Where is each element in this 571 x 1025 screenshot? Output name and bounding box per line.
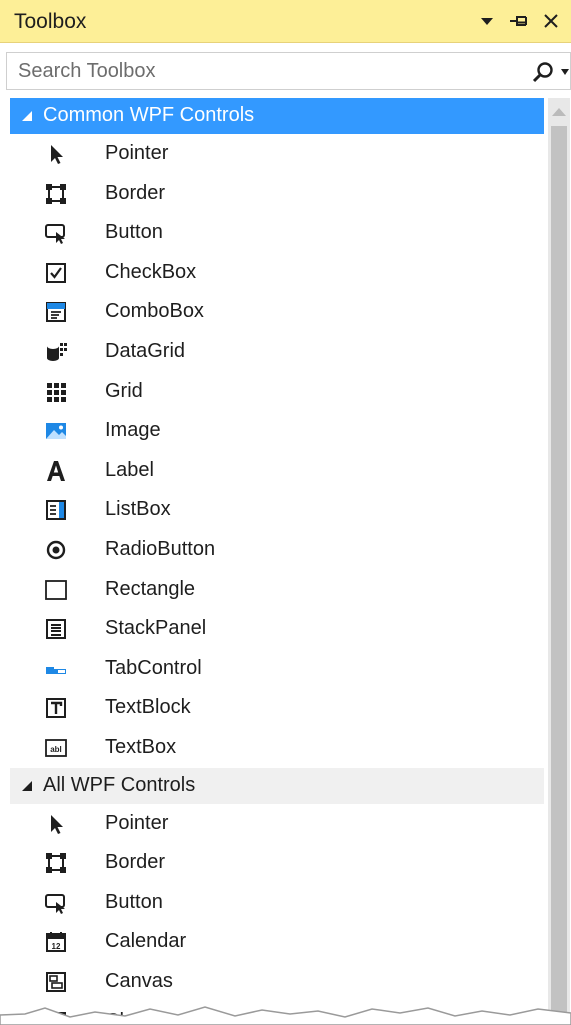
panel-title: Toolbox	[14, 10, 87, 33]
datagrid-icon	[47, 343, 67, 361]
search-icon[interactable]	[532, 61, 554, 83]
image-icon	[46, 423, 66, 440]
border-icon	[46, 853, 66, 874]
border-icon	[46, 183, 66, 204]
toolbox-item[interactable]: Button	[10, 213, 544, 252]
toolbox-item[interactable]: Pointer	[10, 134, 544, 173]
textblock-icon	[46, 698, 66, 719]
item-label: Rectangle	[105, 577, 196, 600]
tabcontrol-icon	[46, 666, 66, 674]
group-label: Common WPF Controls	[43, 104, 255, 126]
toolbox-item[interactable]: RadioButton	[10, 530, 544, 569]
button-icon	[45, 893, 65, 914]
svg-text:abl: abl	[50, 745, 62, 754]
search-input[interactable]	[7, 53, 528, 89]
group-header[interactable]: All WPF Controls	[10, 767, 544, 804]
item-label: ComboBox	[105, 300, 204, 323]
toolbox-item[interactable]: Image	[10, 411, 544, 450]
toolbox-item[interactable]: Border	[10, 174, 544, 213]
toolbox-item[interactable]: CheckBox	[10, 253, 544, 292]
pin-button[interactable]	[507, 8, 533, 34]
toolbox-item[interactable]: StackPanel	[10, 609, 544, 648]
toolbox-item[interactable]: Button	[10, 883, 544, 922]
toolbox-item[interactable]: Grid	[10, 372, 544, 411]
item-label: Image	[105, 419, 161, 442]
item-label: Label	[105, 458, 154, 481]
group-label: All WPF Controls	[43, 773, 196, 796]
item-label: CheckBox	[105, 260, 197, 283]
toolbox-item[interactable]: DataGrid	[10, 332, 544, 371]
listbox-icon	[46, 500, 66, 521]
textbox-icon: abl	[45, 739, 67, 757]
calendar-icon: 12	[46, 932, 66, 953]
item-label: DataGrid	[105, 340, 186, 362]
item-label: Border	[105, 851, 166, 874]
expand-triangle-icon[interactable]	[22, 780, 32, 791]
vertical-scrollbar[interactable]	[548, 98, 570, 1025]
item-label: Button	[105, 221, 163, 244]
item-label: Grid	[105, 379, 143, 402]
toolbox-item[interactable]: Pointer	[10, 804, 544, 843]
toolbox-item[interactable]: TabControl	[10, 649, 544, 688]
item-label: TextBox	[105, 736, 177, 758]
pin-icon	[510, 16, 527, 26]
combobox-icon	[46, 302, 66, 323]
toolbox-item[interactable]: Border	[10, 843, 544, 882]
group-header[interactable]: Common WPF Controls	[10, 98, 544, 134]
scroll-thumb[interactable]	[551, 126, 567, 1025]
label-icon	[47, 460, 65, 481]
toolbox-item[interactable]: ListBox	[10, 490, 544, 529]
toolbox-item[interactable]: abl TextBox	[10, 728, 544, 767]
toolbox-list: Common WPF Controls Pointer Border Button Ch…	[10, 98, 544, 1025]
toolbox-item[interactable]: Label	[10, 451, 544, 490]
checkbox-icon	[46, 262, 66, 283]
pointer-icon	[51, 145, 63, 164]
toolbox-panel: Toolbox Common WPF Controls Pointer Border…	[0, 0, 571, 1025]
item-label: TabControl	[105, 656, 202, 679]
item-label: Pointer	[105, 811, 169, 834]
item-label: TextBlock	[105, 696, 191, 719]
grid-icon	[47, 382, 66, 402]
item-label: Calendar	[105, 930, 187, 953]
item-label: Button	[105, 890, 163, 913]
item-label: RadioButton	[105, 538, 216, 560]
button-icon	[45, 224, 65, 245]
toolbox-item[interactable]: Rectangle	[10, 570, 544, 609]
item-label: ListBox	[105, 498, 171, 521]
toolbox-item[interactable]: 12 Calendar	[10, 922, 544, 961]
search-box	[6, 52, 571, 90]
rectangle-icon	[45, 579, 67, 600]
pointer-icon	[51, 814, 63, 834]
item-label: StackPanel	[105, 617, 207, 640]
search-options-icon[interactable]	[560, 68, 570, 76]
chevron-down-icon	[481, 18, 493, 25]
dropdown-button[interactable]	[474, 8, 500, 34]
stackpanel-icon	[46, 619, 66, 640]
item-label: Pointer	[105, 142, 169, 164]
toolbox-item[interactable]: TextBlock	[10, 688, 544, 727]
torn-edge	[0, 1006, 571, 1025]
close-button[interactable]	[538, 8, 564, 34]
toolbox-item[interactable]: ComboBox	[10, 292, 544, 331]
scroll-up-arrow-icon[interactable]	[548, 102, 570, 122]
svg-text:12: 12	[52, 942, 61, 951]
title-bar: Toolbox	[0, 0, 571, 43]
close-icon	[544, 14, 558, 28]
expand-triangle-icon[interactable]	[22, 111, 32, 121]
item-label: Border	[105, 181, 166, 204]
radiobutton-icon	[46, 540, 66, 560]
